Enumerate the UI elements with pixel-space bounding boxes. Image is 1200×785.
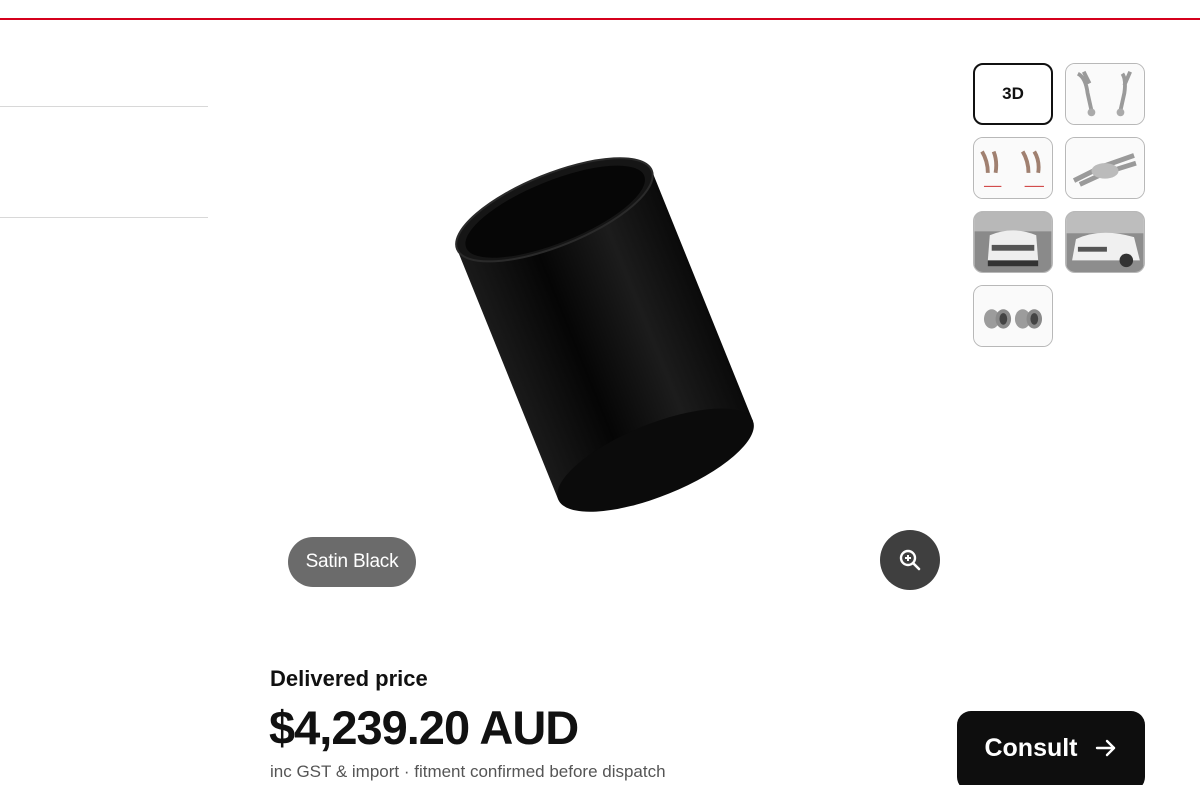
- zoom-button[interactable]: [880, 530, 940, 590]
- variant-badge[interactable]: Satin Black: [288, 537, 416, 587]
- zoom-in-icon: [899, 549, 921, 571]
- price-label: Delivered price: [270, 666, 428, 691]
- thumbnail-car-rear-angle[interactable]: [1065, 211, 1145, 273]
- arrow-right-icon: [1095, 739, 1115, 757]
- consult-button-label: Consult: [984, 733, 1078, 762]
- thumbnail-exhaust-tips[interactable]: [973, 285, 1053, 347]
- variant-label: Satin Black: [305, 551, 399, 572]
- thumbnail-3d-view[interactable]: 3D: [973, 63, 1053, 125]
- header-accent-line: [0, 18, 1200, 20]
- consult-button[interactable]: Consult: [957, 711, 1145, 785]
- thumbnail-exhaust-diagram[interactable]: [973, 137, 1053, 199]
- price-value: $4,239.20 AUD: [269, 701, 579, 754]
- sidebar-divider: [0, 106, 208, 107]
- price-note: inc GST & import · fitment confirmed bef…: [270, 762, 666, 781]
- thumbnail-3d-label: 3D: [1002, 84, 1024, 103]
- thumbnail-car-rear[interactable]: [973, 211, 1053, 273]
- thumbnail-exhaust-muffler[interactable]: [1065, 137, 1145, 199]
- sidebar-divider: [0, 217, 208, 218]
- exhaust-tip-model: [455, 157, 754, 512]
- thumbnail-exhaust-system[interactable]: [1065, 63, 1145, 125]
- product-3d-viewer[interactable]: [440, 150, 770, 520]
